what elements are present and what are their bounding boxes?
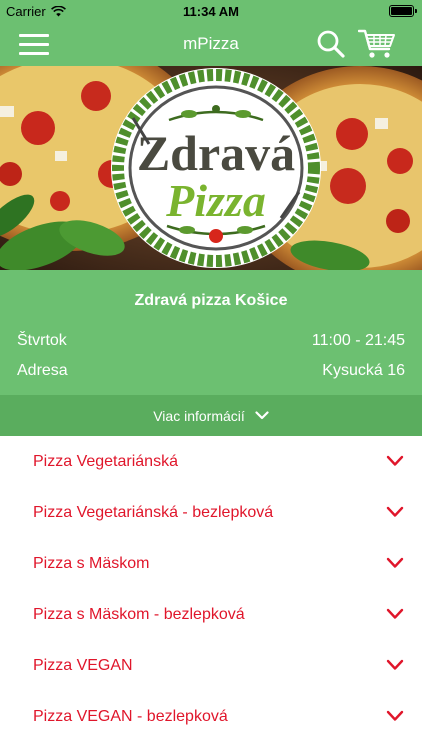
- chevron-down-icon: [386, 455, 404, 466]
- address-label: Adresa: [17, 362, 68, 379]
- status-bar: Carrier 11:34 AM: [0, 0, 422, 22]
- category-item[interactable]: Pizza VEGAN: [0, 640, 422, 691]
- chevron-down-icon: [386, 557, 404, 568]
- cart-icon[interactable]: [358, 28, 396, 60]
- more-info-button[interactable]: Viac informácií: [0, 395, 422, 436]
- category-item[interactable]: Pizza s Mäskom: [0, 538, 422, 589]
- more-info-label: Viac informácií: [153, 407, 245, 424]
- opening-hours: 11:00 - 21:45: [311, 332, 405, 349]
- status-time: 11:34 AM: [183, 4, 239, 19]
- opening-hours-row: Štvrtok 11:00 - 21:45: [17, 332, 405, 350]
- svg-text:Pizza: Pizza: [165, 175, 266, 226]
- category-item[interactable]: Pizza VEGAN - bezlepková: [0, 691, 422, 742]
- chevron-down-icon: [386, 710, 404, 721]
- category-label: Pizza s Mäskom - bezlepková: [33, 606, 245, 623]
- category-label: Pizza s Mäskom: [33, 555, 150, 572]
- chevron-down-icon: [386, 506, 404, 517]
- zdrava-pizza-logo: Zdravá Pizza: [111, 68, 321, 268]
- nav-bar: mPizza: [0, 22, 422, 66]
- chevron-down-icon: [386, 659, 404, 670]
- hero-image: Zdravá Pizza: [0, 66, 422, 270]
- category-label: Pizza VEGAN: [33, 657, 133, 674]
- category-item[interactable]: Pizza Vegetariánská: [0, 436, 422, 487]
- category-item[interactable]: Pizza Vegetariánská - bezlepková: [0, 487, 422, 538]
- day-label: Štvrtok: [17, 332, 67, 349]
- battery-icon: [389, 5, 417, 17]
- chevron-down-icon: [255, 411, 269, 420]
- restaurant-info-panel: Zdravá pizza Košice Štvrtok 11:00 - 21:4…: [0, 270, 422, 395]
- category-label: Pizza Vegetariánská - bezlepková: [33, 504, 274, 521]
- svg-text:Zdravá: Zdravá: [137, 125, 295, 181]
- search-icon[interactable]: [316, 29, 346, 59]
- category-label: Pizza VEGAN - bezlepková: [33, 708, 228, 725]
- restaurant-name: Zdravá pizza Košice: [134, 292, 288, 309]
- chevron-down-icon: [386, 608, 404, 619]
- category-label: Pizza Vegetariánská: [33, 453, 178, 470]
- category-item[interactable]: Pizza s Mäskom - bezlepková: [0, 589, 422, 640]
- category-list: Pizza Vegetariánská Pizza Vegetariánská …: [0, 436, 422, 742]
- address-row: Adresa Kysucká 16: [17, 362, 405, 380]
- address-value: Kysucká 16: [322, 362, 405, 379]
